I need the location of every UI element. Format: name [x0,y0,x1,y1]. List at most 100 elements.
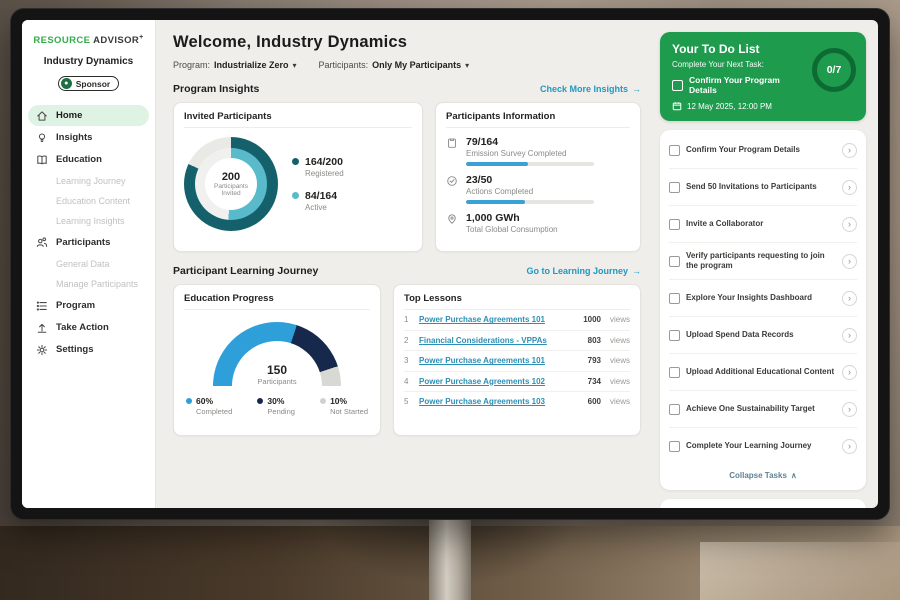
lesson-views: 1000 [583,315,601,324]
logo-resource: RESOURCE [33,35,90,46]
sidebar-item-general-data[interactable]: General Data [28,254,149,274]
chevron-right-icon[interactable]: › [842,254,857,269]
todo-next-task-label: Confirm Your Program Details [689,75,802,95]
todo-due-label: 12 May 2025, 12:00 PM [687,102,772,111]
sidebar-item-take-action[interactable]: Take Action [28,317,149,338]
chevron-up-icon: ∧ [791,471,797,480]
education-progress-card: Education Progress 150 Participants [173,284,381,436]
lesson-link[interactable]: Power Purchase Agreements 101 [419,315,576,324]
chevron-right-icon[interactable]: › [842,143,857,158]
task-row-confirm-program[interactable]: Confirm Your Program Details › [669,132,857,169]
sidebar-nav: Home Insights Education Learning Journey… [22,104,155,361]
go-to-learning-journey-link[interactable]: Go to Learning Journey → [526,266,641,276]
task-label: Confirm Your Program Details [686,145,836,155]
chevron-right-icon[interactable]: › [842,291,857,306]
home-icon [36,110,48,122]
chevron-down-icon[interactable]: ▾ [293,61,297,70]
lesson-link[interactable]: Power Purchase Agreements 101 [419,356,581,365]
chevron-down-icon[interactable]: ▾ [465,61,469,70]
task-row-invite-collaborator[interactable]: Invite a Collaborator › [669,206,857,243]
pending-dot-icon [257,398,263,404]
sidebar-item-manage-participants[interactable]: Manage Participants [28,274,149,294]
task-row-upload-educational-content[interactable]: Upload Additional Educational Content › [669,354,857,391]
task-row-complete-learning-journey[interactable]: Complete Your Learning Journey › [669,428,857,464]
sidebar-item-participants[interactable]: Participants [28,232,149,253]
task-row-verify-participants[interactable]: Verify participants requesting to join t… [669,243,857,280]
insights-icon [36,132,48,144]
chevron-right-icon[interactable]: › [842,365,857,380]
lesson-rank: 2 [404,336,412,345]
gear-icon [36,344,48,356]
pending-label: Pending [267,407,295,416]
not-started-dot-icon [320,398,326,404]
checkbox-icon[interactable] [669,182,680,193]
screen: RESOURCE ADVISOR+ Industry Dynamics ● Sp… [22,20,878,508]
actions-completed-label: Actions Completed [466,187,594,196]
chevron-right-icon[interactable]: › [842,328,857,343]
lesson-views-label: views [610,397,630,406]
book-icon [36,154,48,166]
logo-advisor: ADVISOR [93,35,139,46]
participants-filter-value[interactable]: Only My Participants [372,60,461,70]
chevron-right-icon[interactable]: › [842,217,857,232]
checkbox-icon[interactable] [669,293,680,304]
chevron-right-icon[interactable]: › [842,180,857,195]
program-filter[interactable]: Program: Industrialize Zero ▾ [173,60,297,70]
task-row-send-invitations[interactable]: Send 50 Invitations to Participants › [669,169,857,206]
checkbox-icon[interactable] [669,256,680,267]
todo-due-date: 12 May 2025, 12:00 PM [672,101,854,111]
checkbox-icon[interactable] [669,219,680,230]
lesson-views: 600 [588,397,601,406]
sidebar-item-learning-journey[interactable]: Learning Journey [28,171,149,191]
sidebar-item-settings[interactable]: Settings [28,339,149,360]
filter-bar: Program: Industrialize Zero ▾ Participan… [173,60,641,70]
survey-icon [446,137,458,149]
collapse-tasks-link[interactable]: Collapse Tasks ∧ [669,464,857,486]
task-row-achieve-target[interactable]: Achieve One Sustainability Target › [669,391,857,428]
collapse-tasks-label: Collapse Tasks [729,471,787,480]
sidebar-item-label: Settings [56,344,93,355]
sidebar-item-education-content[interactable]: Education Content [28,191,149,211]
learning-journey-heading: Participant Learning Journey [173,265,318,277]
checkbox-icon[interactable] [669,145,680,156]
lesson-link[interactable]: Power Purchase Agreements 102 [419,377,581,386]
chevron-right-icon[interactable]: › [842,439,857,454]
donut-center: 200 Participants Invited [205,158,257,210]
lesson-row: 1 Power Purchase Agreements 101 1000 vie… [404,310,630,331]
main-content: Welcome, Industry Dynamics Program: Indu… [156,20,654,508]
completed-pct: 60% [196,396,232,406]
checkbox-icon[interactable] [669,404,680,415]
task-label: Send 50 Invitations to Participants [686,182,836,192]
lesson-link[interactable]: Financial Considerations - VPPAs [419,336,581,345]
invited-participants-card: Invited Participants 200 Participants In… [173,102,423,252]
sidebar-item-program[interactable]: Program [28,295,149,316]
sidebar-item-label: Participants [56,237,110,248]
sidebar-item-education[interactable]: Education [28,149,149,170]
sidebar-item-label: Home [56,110,82,121]
monitor-stand [429,516,471,600]
legend-item-pending: 30% Pending [257,396,295,416]
lesson-link[interactable]: Power Purchase Agreements 103 [419,397,581,406]
top-lessons-card: Top Lessons 1 Power Purchase Agreements … [393,284,641,436]
education-card-title: Education Progress [184,293,370,310]
task-label: Upload Additional Educational Content [686,367,836,377]
program-filter-value[interactable]: Industrialize Zero [214,60,289,70]
checkbox-icon[interactable] [669,367,680,378]
task-row-explore-insights[interactable]: Explore Your Insights Dashboard › [669,280,857,317]
emission-survey-label: Emission Survey Completed [466,149,594,158]
sidebar-item-learning-insights[interactable]: Learning Insights [28,211,149,231]
lesson-views-label: views [610,377,630,386]
arrow-right-icon: → [632,84,641,94]
participants-filter[interactable]: Participants: Only My Participants ▾ [319,60,470,70]
lesson-views-label: views [610,356,630,365]
checkbox-icon[interactable] [669,441,680,452]
checkbox-icon[interactable] [672,80,683,91]
lesson-row: 5 Power Purchase Agreements 103 600 view… [404,392,630,412]
sidebar-subitem-label: Learning Insights [56,216,125,226]
sidebar-item-home[interactable]: Home [28,105,149,126]
chevron-right-icon[interactable]: › [842,402,857,417]
check-more-insights-link[interactable]: Check More Insights → [540,84,641,94]
checkbox-icon[interactable] [669,330,680,341]
task-row-upload-spend-data[interactable]: Upload Spend Data Records › [669,317,857,354]
sidebar-item-insights[interactable]: Insights [28,127,149,148]
